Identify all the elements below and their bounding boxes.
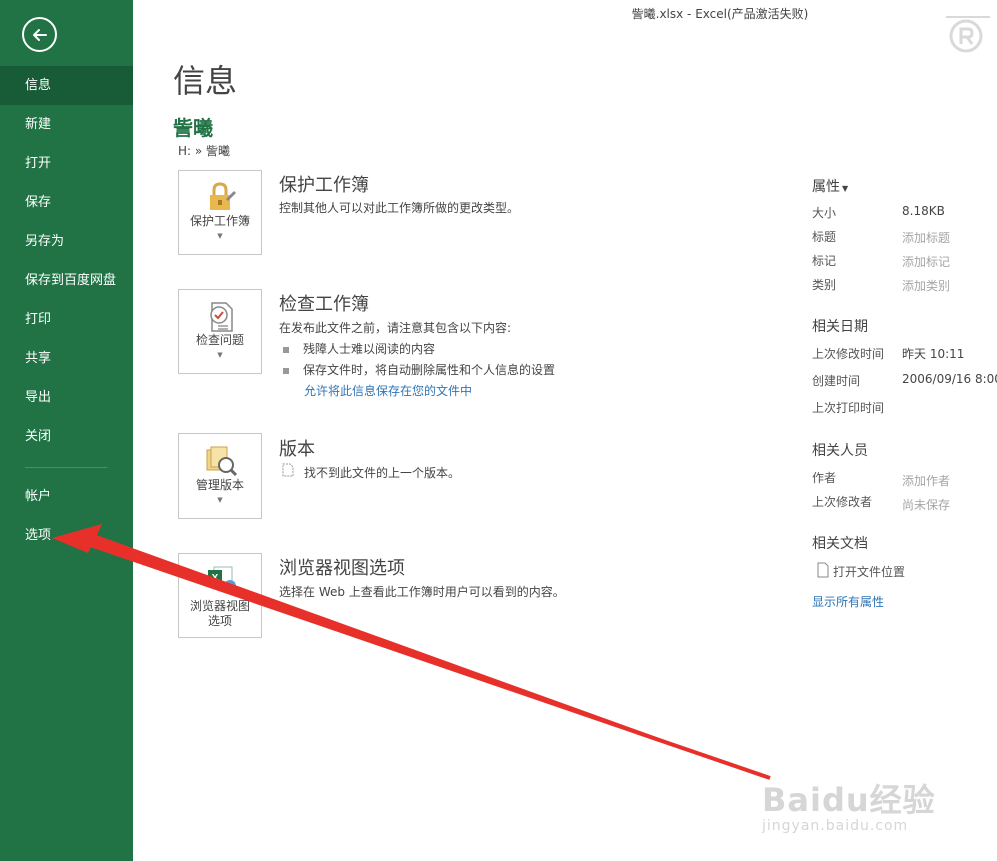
browser-view-options-button[interactable]: X 浏览器视图 选项 [178,553,262,638]
svg-text:X: X [212,573,219,584]
back-arrow-icon [33,29,47,41]
prop-author-value[interactable]: 添加作者 [902,472,950,489]
excel-web-icon: X [208,566,236,592]
show-all-properties-link[interactable]: 显示所有属性 [812,593,884,610]
sidebar-divider [25,467,107,468]
prop-size-value: 8.18KB [902,204,945,218]
check-issues-button[interactable]: 检查问题 ▼ [178,289,262,374]
inspect-document-icon [210,302,233,332]
file-icon [817,562,829,578]
baidu-watermark: Baidu经验 [762,781,936,819]
sidebar-item-share[interactable]: 共享 [0,339,133,378]
versions-title: 版本 [279,439,315,460]
browser-view-options-desc: 选择在 Web 上查看此工作簿时用户可以看到的内容。 [279,585,565,599]
baidu-watermark-url: jingyan.baidu.com [762,818,909,834]
prop-modified-value: 昨天 10:11 [902,347,965,361]
versions-desc: 找不到此文件的上一个版本。 [304,466,461,480]
prop-modified-label: 上次修改时间 [812,347,885,361]
protect-workbook-button[interactable]: 保护工作簿 ▼ [178,170,262,255]
inspect-bullet-personal-info-text: 保存文件时，将自动删除属性和个人信息的设置 [303,363,556,377]
properties-heading[interactable]: 属性 ▼ [812,176,848,196]
sidebar-item-account[interactable]: 帐户 [0,477,133,516]
protect-workbook-title: 保护工作簿 [279,175,369,196]
sidebar-item-save[interactable]: 保存 [0,183,133,222]
prop-created-label: 创建时间 [812,374,861,388]
protect-workbook-desc: 控制其他人可以对此工作簿所做的更改类型。 [279,201,520,215]
browser-view-options-title: 浏览器视图选项 [279,558,405,579]
protect-workbook-button-label: 保护工作簿 [189,214,250,228]
sidebar-nav-secondary: 帐户 选项 [0,477,133,555]
prop-size-label: 大小 [812,206,837,220]
chevron-down-icon: ▼ [217,351,223,359]
document-icon [282,463,294,477]
related-dates-heading: 相关日期 [812,319,868,335]
backstage-sidebar: 信息 新建 打开 保存 另存为 保存到百度网盘 打印 共享 导出 关闭 帐户 选… [0,0,133,861]
chevron-down-icon: ▼ [217,232,223,240]
open-file-location-link[interactable]: 打开文件位置 [833,563,905,580]
properties-heading-text: 属性 [812,179,840,195]
red-annotation-arrow [52,524,771,780]
window-title: 訾曦.xlsx - Excel(产品激活失败) [631,7,809,21]
prop-title-value[interactable]: 添加标题 [902,229,950,246]
sidebar-item-close[interactable]: 关闭 [0,417,133,456]
back-button[interactable] [22,17,57,52]
allow-save-info-link[interactable]: 允许将此信息保存在您的文件中 [304,382,472,399]
check-issues-button-label: 检查问题 [195,333,244,347]
sidebar-nav: 信息 新建 打开 保存 另存为 保存到百度网盘 打印 共享 导出 关闭 [0,66,133,456]
sidebar-item-new[interactable]: 新建 [0,105,133,144]
prop-created-value: 2006/09/16 8:00 [902,372,997,386]
bullet-square-icon [283,367,289,374]
prop-tags-label: 标记 [812,254,837,268]
sidebar-item-open[interactable]: 打开 [0,144,133,183]
manage-versions-icon [206,446,238,477]
page-title: 信息 [173,62,238,100]
lock-icon [210,182,236,210]
manage-versions-button[interactable]: 管理版本 ▼ [178,433,262,519]
browser-view-options-label-1: 浏览器视图 [189,599,250,613]
prop-tags-value[interactable]: 添加标记 [902,253,950,270]
related-documents-heading: 相关文档 [812,536,868,552]
document-name: 訾曦 [173,116,213,140]
inspect-bullet-accessibility-text: 残障人士难以阅读的内容 [303,342,436,356]
sidebar-item-print[interactable]: 打印 [0,300,133,339]
chevron-down-icon: ▼ [217,496,223,504]
prop-title-label: 标题 [812,230,837,244]
sidebar-item-options[interactable]: 选项 [0,516,133,555]
prop-lastmod-label: 上次修改者 [812,495,873,509]
corner-logo-icon [946,16,990,53]
related-people-heading: 相关人员 [812,443,868,459]
prop-author-label: 作者 [812,471,837,485]
prop-category-label: 类别 [812,278,837,292]
prop-category-value[interactable]: 添加类别 [902,277,950,294]
sidebar-item-export[interactable]: 导出 [0,378,133,417]
browser-view-options-label-2: 选项 [207,614,232,628]
chevron-down-icon: ▼ [842,184,849,193]
document-path: H: » 訾曦 [178,144,231,158]
inspect-workbook-desc: 在发布此文件之前，请注意其包含以下内容: [279,321,512,335]
sidebar-item-save-as[interactable]: 另存为 [0,222,133,261]
prop-printed-label: 上次打印时间 [812,401,885,415]
prop-lastmod-value: 尚未保存 [902,498,951,512]
inspect-workbook-title: 检查工作簿 [279,294,369,315]
bullet-square-icon [283,346,289,353]
sidebar-item-info[interactable]: 信息 [0,66,133,105]
inspect-bullet-accessibility: 残障人士难以阅读的内容 [283,340,435,357]
sidebar-item-save-to-baidu[interactable]: 保存到百度网盘 [0,261,133,300]
manage-versions-button-label: 管理版本 [195,478,244,492]
inspect-bullet-personal-info: 保存文件时，将自动删除属性和个人信息的设置 [283,361,555,378]
